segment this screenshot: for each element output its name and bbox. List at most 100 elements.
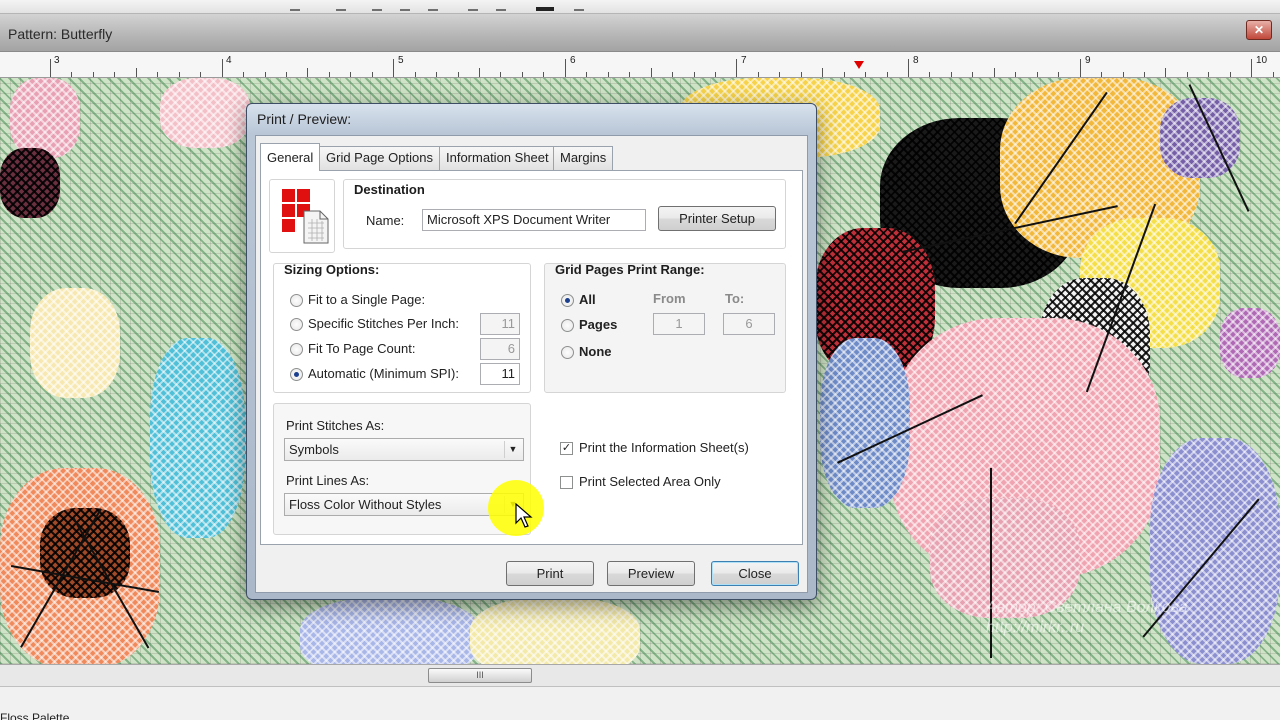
ruler-tick [221, 59, 223, 77]
pattern-motif [820, 338, 910, 508]
printer-icon-frame [269, 179, 335, 253]
page-count-field[interactable]: 6 [480, 338, 520, 360]
ruler-tick [843, 72, 845, 77]
ruler-tick [586, 72, 588, 77]
ruler-tick [264, 72, 266, 77]
printer-name-field[interactable]: Microsoft XPS Document Writer [422, 209, 646, 231]
print-stitches-select[interactable]: Symbols ▼ [284, 438, 524, 461]
ruler-tick [629, 72, 631, 77]
sizing-options-title: Sizing Options: [284, 262, 380, 277]
ruler-label: 10 [1256, 55, 1268, 66]
ruler-tick [307, 68, 309, 77]
close-button[interactable]: Close [711, 561, 799, 586]
toolbar-button[interactable] [336, 1, 346, 11]
horizontal-scrollbar[interactable]: III [0, 664, 1280, 686]
ruler-tick [1165, 68, 1167, 77]
fit-single-page-label: Fit to a Single Page: [308, 292, 426, 307]
ruler-tick [414, 72, 416, 77]
ruler-tick [350, 72, 352, 77]
radio-fit-page-count[interactable] [290, 343, 303, 356]
destination-title: Destination [354, 182, 425, 197]
tab-information-sheet[interactable]: Information Sheet [439, 146, 556, 170]
print-stitches-label: Print Stitches As: [286, 418, 385, 433]
ruler-tick [908, 59, 909, 77]
ruler-tick [1036, 72, 1038, 77]
ruler-tick [736, 59, 738, 77]
ruler-tick [822, 68, 824, 77]
ruler-label: 6 [570, 55, 576, 66]
ruler-tick [50, 59, 51, 77]
close-icon[interactable]: ✕ [1246, 20, 1272, 40]
color-button[interactable] [536, 1, 554, 11]
radio-range-pages[interactable] [561, 319, 574, 332]
toolbar-button[interactable] [574, 1, 584, 11]
radio-range-all[interactable] [561, 294, 574, 307]
ruler-tick [779, 72, 781, 77]
ruler-tick [693, 72, 695, 77]
ruler-tick [800, 72, 802, 77]
checkbox-print-selected-area[interactable] [560, 476, 573, 489]
radio-fit-single-page[interactable] [290, 294, 303, 307]
preview-button[interactable]: Preview [607, 561, 695, 586]
sizing-options-group: Sizing Options: Fit to a Single Page: Sp… [273, 262, 531, 393]
ruler-tick [243, 72, 245, 77]
toolbar-button[interactable] [372, 1, 382, 11]
ruler-tick [285, 72, 287, 77]
ruler-tick [950, 72, 952, 77]
ruler-tick [886, 72, 888, 77]
ruler-tick [1208, 72, 1210, 77]
ruler-tick [1015, 72, 1017, 77]
ruler-position-marker-icon [854, 61, 864, 69]
tab-grid-page-options[interactable]: Grid Page Options [319, 146, 440, 170]
ruler-tick [865, 72, 867, 77]
to-page-field[interactable]: 6 [723, 313, 775, 335]
printer-setup-button[interactable]: Printer Setup [658, 206, 776, 231]
ruler-tick [521, 72, 523, 77]
ruler-tick [1143, 72, 1145, 77]
ruler-tick [972, 72, 974, 77]
stitches-per-inch-field[interactable]: 11 [480, 313, 520, 335]
range-pages-label: Pages [579, 317, 618, 332]
tab-general[interactable]: General [260, 143, 321, 171]
ruler-tick [178, 72, 180, 77]
floss-palette-title: Floss Palette [0, 711, 70, 720]
toolbar-button[interactable] [428, 1, 438, 11]
ruler-tick [543, 72, 545, 77]
chevron-down-icon[interactable]: ▼ [504, 441, 521, 458]
print-button[interactable]: Print [506, 561, 594, 586]
ruler-label: 8 [913, 55, 919, 66]
toolbar-button[interactable] [496, 1, 506, 11]
pattern-motif [0, 148, 60, 218]
range-all-label: All [579, 292, 596, 307]
ruler-tick [1058, 72, 1060, 77]
ruler-tick [457, 72, 459, 77]
ruler-tick [1122, 72, 1124, 77]
ruler-tick [479, 68, 480, 77]
print-selected-area-label: Print Selected Area Only [579, 474, 721, 489]
ruler-tick [1272, 72, 1274, 77]
ruler-tick [1186, 72, 1188, 77]
ruler-tick [672, 72, 674, 77]
ruler-label: 3 [54, 55, 60, 66]
scrollbar-thumb[interactable]: III [428, 668, 532, 683]
from-page-field[interactable]: 1 [653, 313, 705, 335]
ruler-label: 7 [741, 55, 747, 66]
pattern-motif [1220, 308, 1280, 378]
tab-margins[interactable]: Margins [553, 146, 614, 170]
ruler-tick [92, 72, 94, 77]
automatic-spi-label: Automatic (Minimum SPI): [308, 366, 459, 381]
checkbox-print-info-sheet[interactable]: ✓ [560, 442, 573, 455]
toolbar-button[interactable] [290, 1, 300, 11]
radio-range-none[interactable] [561, 346, 574, 359]
pattern-motif [160, 78, 250, 148]
ruler-tick [1229, 72, 1231, 77]
pattern-motif [10, 78, 80, 158]
print-stitches-value: Symbols [289, 442, 339, 457]
automatic-spi-field[interactable]: 11 [480, 363, 520, 385]
toolbar-button[interactable] [468, 1, 478, 11]
toolbar-button[interactable] [400, 1, 410, 11]
toolbar-strip [0, 0, 1280, 14]
radio-automatic-spi[interactable] [290, 368, 303, 381]
ruler-tick [757, 72, 759, 77]
radio-stitches-per-inch[interactable] [290, 318, 303, 331]
